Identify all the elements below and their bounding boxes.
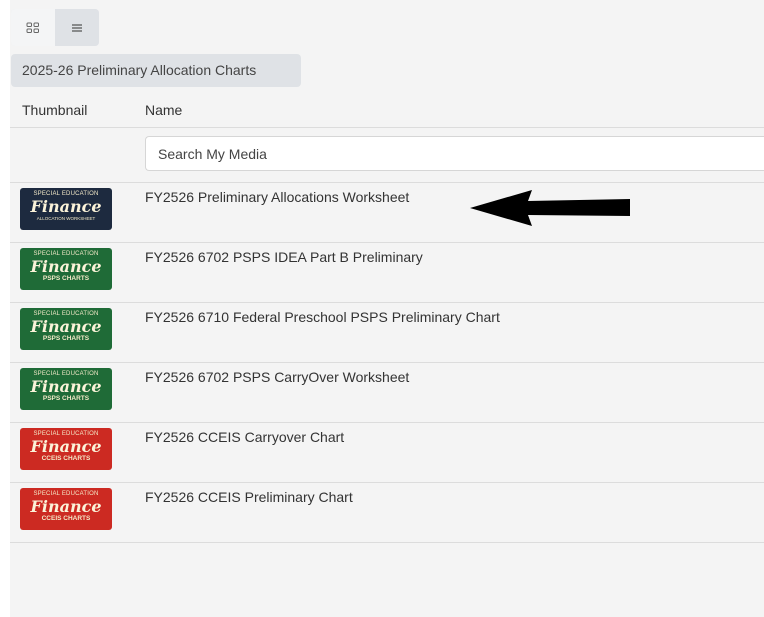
- table-row[interactable]: SPECIAL EDUCATION Finance PSPS CHARTS FY…: [10, 243, 764, 303]
- media-title-link[interactable]: FY2526 6710 Federal Preschool PSPS Preli…: [145, 309, 500, 325]
- left-arrow-annotation-icon: [470, 190, 630, 226]
- table-header: Thumbnail Name: [10, 96, 764, 128]
- thumbnail-column-header: Thumbnail: [22, 102, 88, 118]
- view-toggle: [11, 9, 99, 46]
- media-title-link[interactable]: FY2526 Preliminary Allocations Worksheet: [145, 189, 409, 205]
- table-row[interactable]: SPECIAL EDUCATION Finance CCEIS CHARTS F…: [10, 423, 764, 483]
- media-title-link[interactable]: FY2526 6702 PSPS CarryOver Worksheet: [145, 369, 409, 385]
- table-row[interactable]: SPECIAL EDUCATION Finance ALLOCATION WOR…: [10, 183, 764, 243]
- search-input[interactable]: [145, 136, 764, 171]
- table-row[interactable]: SPECIAL EDUCATION Finance CCEIS CHARTS F…: [10, 483, 764, 543]
- list-icon: [72, 23, 82, 32]
- grid-icon: [26, 22, 39, 33]
- folder-breadcrumb[interactable]: 2025-26 Preliminary Allocation Charts: [11, 54, 301, 87]
- media-list: SPECIAL EDUCATION Finance ALLOCATION WOR…: [10, 183, 764, 543]
- media-title-link[interactable]: FY2526 CCEIS Preliminary Chart: [145, 489, 353, 505]
- media-title-link[interactable]: FY2526 CCEIS Carryover Chart: [145, 429, 344, 445]
- list-view-button[interactable]: [55, 9, 99, 46]
- thumbnail-image[interactable]: SPECIAL EDUCATION Finance CCEIS CHARTS: [20, 488, 112, 530]
- name-column-header[interactable]: Name: [145, 102, 182, 118]
- table-row[interactable]: SPECIAL EDUCATION Finance PSPS CHARTS FY…: [10, 303, 764, 363]
- search-row: [10, 128, 764, 183]
- thumbnail-image[interactable]: SPECIAL EDUCATION Finance PSPS CHARTS: [20, 368, 112, 410]
- thumbnail-image[interactable]: SPECIAL EDUCATION Finance PSPS CHARTS: [20, 308, 112, 350]
- thumbnail-image[interactable]: SPECIAL EDUCATION Finance CCEIS CHARTS: [20, 428, 112, 470]
- grid-view-button[interactable]: [11, 9, 55, 46]
- thumbnail-image[interactable]: SPECIAL EDUCATION Finance ALLOCATION WOR…: [20, 188, 112, 230]
- table-row[interactable]: SPECIAL EDUCATION Finance PSPS CHARTS FY…: [10, 363, 764, 423]
- thumbnail-image[interactable]: SPECIAL EDUCATION Finance PSPS CHARTS: [20, 248, 112, 290]
- media-title-link[interactable]: FY2526 6702 PSPS IDEA Part B Preliminary: [145, 249, 423, 265]
